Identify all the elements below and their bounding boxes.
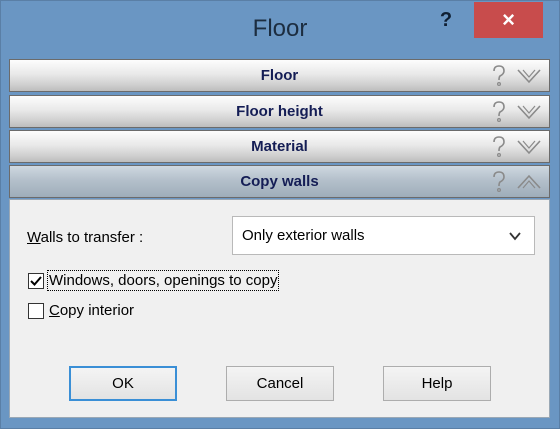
- checkmark-icon: [30, 276, 42, 286]
- title-bar[interactable]: Floor ? ×: [1, 1, 559, 59]
- chevron-down-icon[interactable]: [516, 66, 542, 86]
- section-label: Floor height: [236, 103, 323, 120]
- walls-to-transfer-select[interactable]: Only exterior walls: [232, 216, 535, 255]
- chevron-down-icon: [509, 232, 521, 241]
- close-button[interactable]: ×: [474, 2, 543, 38]
- close-icon: ×: [502, 7, 515, 32]
- section-label: Material: [251, 138, 308, 155]
- section-floor[interactable]: Floor: [9, 59, 550, 92]
- section-floor-height[interactable]: Floor height: [9, 95, 550, 128]
- ok-button[interactable]: OK: [69, 366, 177, 401]
- chevron-down-icon[interactable]: [516, 102, 542, 122]
- section-label: Copy walls: [240, 173, 319, 190]
- copy-interior-label[interactable]: Copy interior: [49, 302, 134, 319]
- question-mark-icon[interactable]: [490, 100, 508, 124]
- chevron-down-icon[interactable]: [516, 137, 542, 157]
- walls-to-transfer-label: Walls to transfer :: [27, 229, 144, 246]
- windows-doors-label[interactable]: Windows, doors, openings to copy: [46, 270, 280, 291]
- help-button[interactable]: Help: [383, 366, 491, 401]
- section-copy-walls[interactable]: Copy walls: [9, 165, 550, 198]
- copy-walls-panel: Walls to transfer : Only exterior walls …: [9, 199, 550, 418]
- help-icon[interactable]: ?: [429, 7, 463, 33]
- section-material[interactable]: Material: [9, 130, 550, 163]
- cancel-button[interactable]: Cancel: [226, 366, 334, 401]
- section-label: Floor: [260, 67, 299, 84]
- windows-doors-checkbox[interactable]: [28, 273, 44, 289]
- question-mark-icon[interactable]: [490, 64, 508, 88]
- copy-interior-checkbox[interactable]: [28, 303, 44, 319]
- question-mark-icon[interactable]: [490, 170, 508, 194]
- walls-to-transfer-value: Only exterior walls: [242, 227, 365, 244]
- floor-dialog: Floor ? × Floor Floor height Material Co…: [0, 0, 560, 429]
- question-mark-icon[interactable]: [490, 135, 508, 159]
- chevron-up-icon[interactable]: [516, 172, 542, 192]
